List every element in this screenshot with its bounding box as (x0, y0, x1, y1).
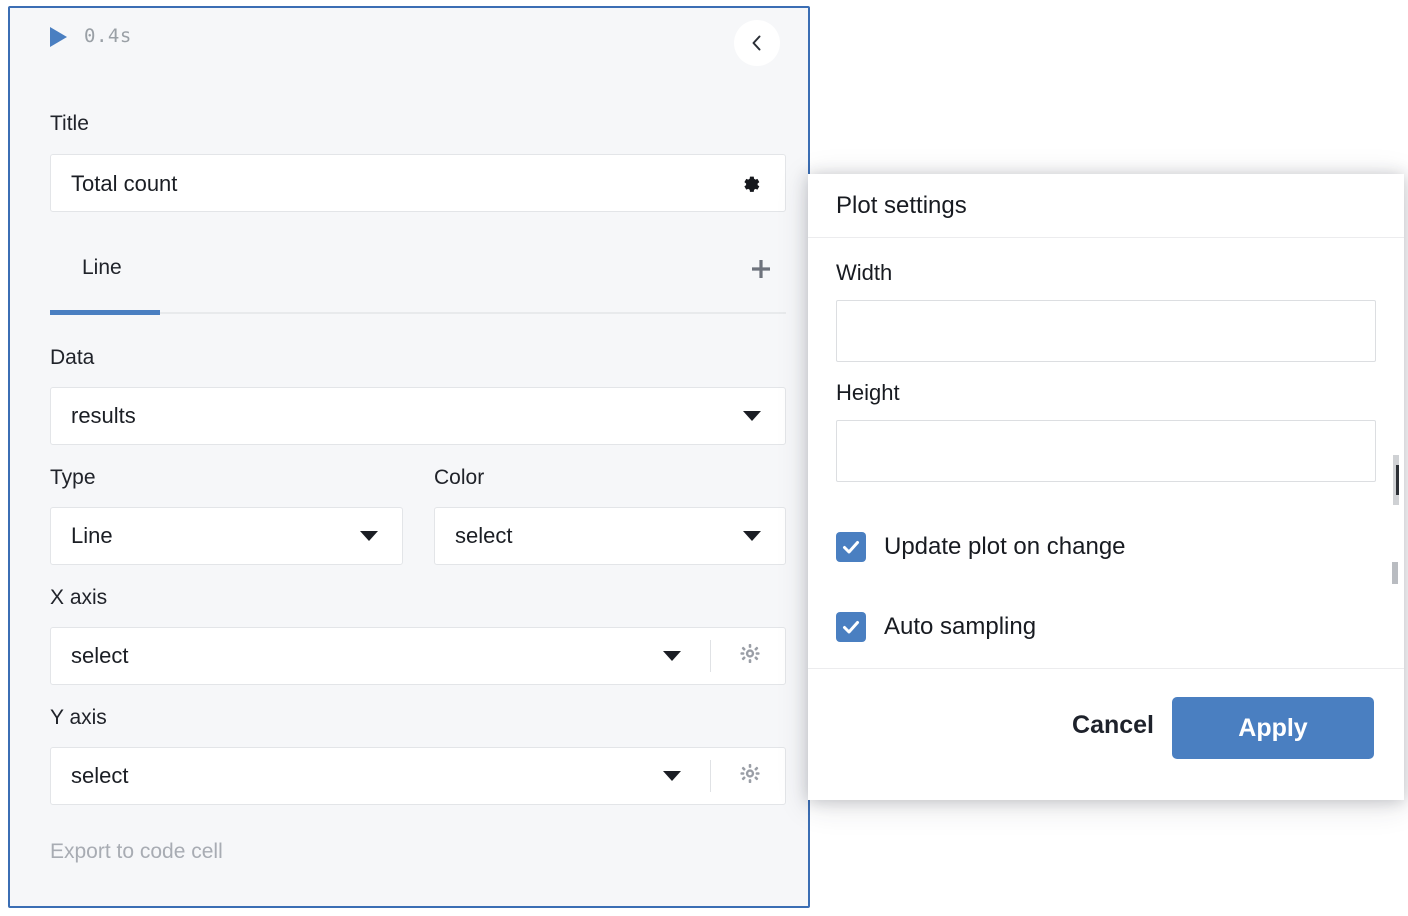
type-label: Type (50, 466, 96, 490)
tab-line[interactable]: Line (82, 256, 122, 280)
width-label: Width (836, 260, 892, 286)
checkbox-checked-icon[interactable] (836, 612, 866, 642)
data-label: Data (50, 346, 94, 370)
resize-handle[interactable] (1392, 562, 1398, 584)
title-input[interactable]: Total count (50, 154, 786, 212)
title-label: Title (50, 112, 89, 136)
chevron-down-icon (663, 771, 681, 781)
checkbox-checked-icon[interactable] (836, 532, 866, 562)
data-select[interactable]: results (50, 387, 786, 445)
auto-sampling-checkbox-row[interactable]: Auto sampling (836, 612, 1036, 642)
title-input-value: Total count (71, 171, 177, 197)
dialog-title: Plot settings (836, 192, 967, 220)
dialog-body: Width Height Update plot on change (808, 238, 1404, 732)
export-to-code-cell-link[interactable]: Export to code cell (50, 840, 223, 864)
divider (710, 760, 711, 792)
play-icon[interactable] (50, 27, 67, 47)
update-plot-on-change-checkbox-row[interactable]: Update plot on change (836, 532, 1126, 562)
data-select-value: results (71, 403, 136, 429)
color-label: Color (434, 466, 484, 490)
type-select-value: Line (71, 523, 113, 549)
chevron-down-icon (663, 651, 681, 661)
tabs-divider (50, 312, 786, 314)
chevron-down-icon (743, 531, 761, 541)
chevron-left-icon (747, 33, 767, 53)
dialog-header: Plot settings (808, 174, 1404, 238)
run-bar: 0.4s (10, 8, 808, 70)
scrollbar-thumb[interactable] (1396, 465, 1399, 495)
execution-time: 0.4s (84, 25, 132, 47)
apply-button[interactable]: Apply (1172, 697, 1374, 759)
series-tabs: Line (50, 250, 786, 322)
y-axis-select[interactable]: select (50, 747, 786, 805)
y-axis-gear-icon[interactable] (739, 763, 761, 790)
cancel-button[interactable]: Cancel (1062, 699, 1164, 752)
color-select[interactable]: select (434, 507, 786, 565)
type-select[interactable]: Line (50, 507, 403, 565)
x-axis-select-value: select (71, 643, 128, 669)
x-axis-label: X axis (50, 586, 107, 610)
width-input[interactable] (836, 300, 1376, 362)
plot-settings-dialog: Plot settings Width Height Update plot o… (808, 174, 1404, 800)
y-axis-label: Y axis (50, 706, 107, 730)
chevron-down-icon (743, 411, 761, 421)
y-axis-select-value: select (71, 763, 128, 789)
screen-root: 0.4s Title Total count Line (0, 0, 1408, 916)
height-label: Height (836, 380, 900, 406)
title-gear-icon[interactable] (741, 172, 765, 201)
dialog-footer: Cancel Apply (808, 668, 1404, 800)
x-axis-gear-icon[interactable] (739, 643, 761, 670)
color-select-value: select (455, 523, 512, 549)
chevron-down-icon (360, 531, 378, 541)
divider (710, 640, 711, 672)
plot-builder-panel: 0.4s Title Total count Line (8, 6, 810, 908)
update-plot-on-change-label: Update plot on change (884, 533, 1126, 561)
collapse-panel-button[interactable] (734, 20, 780, 66)
add-series-button[interactable] (744, 252, 778, 286)
x-axis-select[interactable]: select (50, 627, 786, 685)
tab-active-indicator (50, 310, 160, 315)
plus-icon (744, 273, 778, 290)
auto-sampling-label: Auto sampling (884, 613, 1036, 641)
height-input[interactable] (836, 420, 1376, 482)
